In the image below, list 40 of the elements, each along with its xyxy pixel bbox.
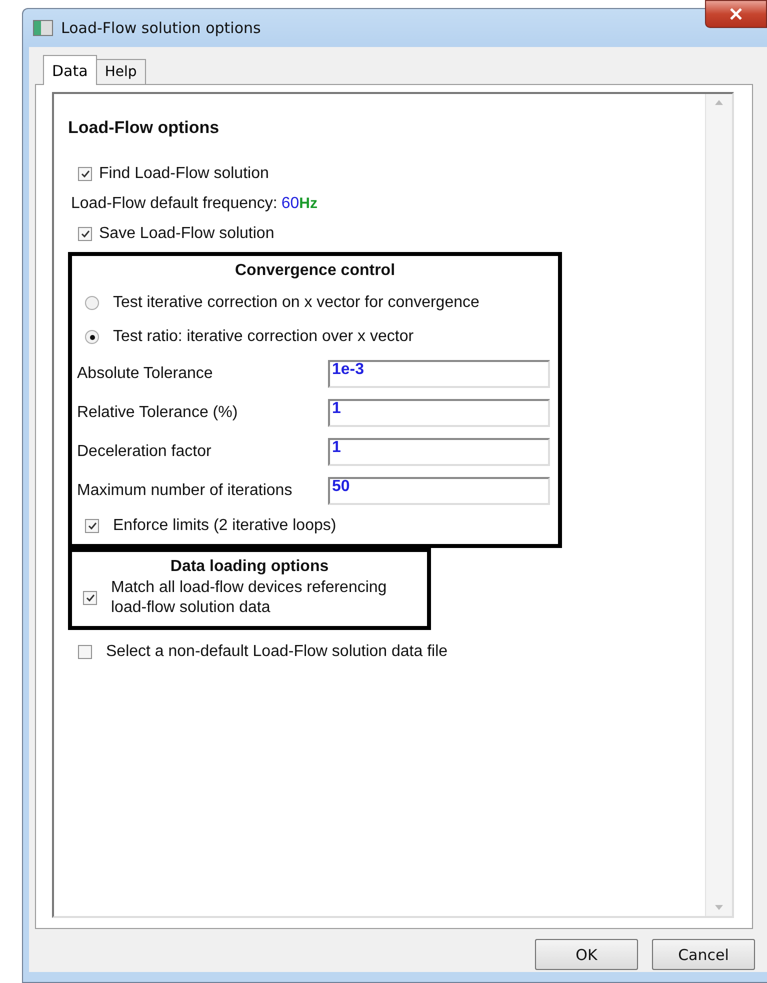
group-title: Convergence control: [234, 262, 396, 280]
checkmark-icon: [88, 522, 96, 530]
frequency-value: 60: [281, 195, 300, 213]
field-label: Deceleration factor: [77, 442, 212, 460]
checkbox[interactable]: [78, 167, 92, 181]
field-label: Maximum number of iterations: [77, 482, 294, 500]
frequency-unit: Hz: [299, 195, 318, 212]
radio-button[interactable]: [85, 330, 99, 344]
checkbox-label: Select a non-default Load-Flow solution data file: [106, 642, 448, 662]
checkbox[interactable]: [78, 645, 92, 659]
frequency-label: Load-Flow default frequency:: [71, 194, 278, 214]
input-field[interactable]: 1e-3: [328, 360, 550, 388]
section-heading: Load-Flow options: [68, 118, 220, 138]
window-title: Load-Flow solution options: [61, 19, 261, 37]
field-label: Absolute Tolerance: [77, 364, 214, 382]
tab[interactable]: Data: [43, 55, 97, 85]
checkbox[interactable]: [83, 591, 97, 605]
radio-button[interactable]: [85, 296, 99, 310]
input-field[interactable]: 50: [328, 476, 550, 504]
close-button[interactable]: [705, 0, 767, 28]
radio-label: Test iterative correction on x vector for convergence: [113, 293, 480, 313]
app-icon: [33, 20, 53, 36]
checkmark-icon: [86, 594, 94, 602]
field-label: Relative Tolerance (%): [77, 404, 239, 422]
group-title: Data loading options: [169, 558, 330, 576]
checkbox-label: Match all load-flow devices referencing load-flow solution data: [111, 578, 388, 618]
dialog-button[interactable]: Cancel: [652, 939, 755, 970]
input-field[interactable]: 1: [328, 398, 550, 426]
checkbox-label: Enforce limits (2 iterative loops): [113, 516, 336, 536]
checkmark-icon: [80, 170, 90, 178]
dialog-button[interactable]: OK: [535, 939, 638, 970]
input-field[interactable]: 1: [328, 438, 550, 466]
checkbox[interactable]: [78, 227, 92, 241]
checkbox-label: Find Load-Flow solution: [99, 164, 269, 184]
close-icon: [729, 8, 743, 20]
tab[interactable]: Help: [96, 59, 146, 85]
checkbox-label: Save Load-Flow solution: [99, 224, 274, 244]
checkmark-icon: [80, 230, 90, 238]
radio-label: Test ratio: iterative correction over x vector: [113, 327, 414, 347]
checkbox[interactable]: [85, 519, 99, 533]
